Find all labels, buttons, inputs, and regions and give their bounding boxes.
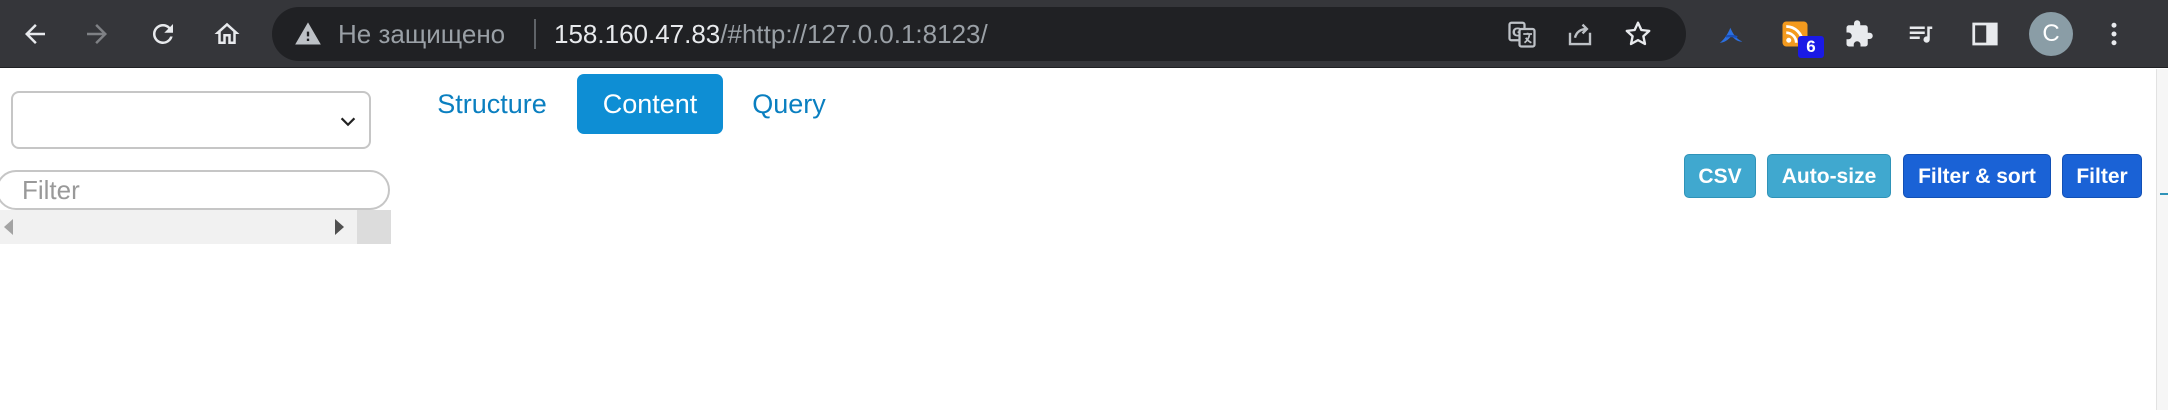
url-text[interactable]: 158.160.47.83/#http://127.0.0.1:8123/ [554, 7, 988, 61]
chevron-down-icon [340, 117, 356, 127]
side-panel-icon [1972, 22, 1998, 46]
extensions-menu-button[interactable] [1834, 9, 1884, 59]
page-vertical-scrollbar[interactable] [2156, 69, 2168, 410]
extension-ribbon-button[interactable] [1706, 9, 1756, 59]
filter-sort-button[interactable]: Filter & sort [1903, 154, 2051, 198]
translate-button[interactable]: G [1504, 16, 1540, 52]
address-bar[interactable]: Не защищено 158.160.47.83/#http://127.0.… [272, 7, 1686, 61]
more-vertical-icon [2111, 22, 2117, 46]
tab-query[interactable]: Query [734, 74, 844, 134]
home-icon [214, 22, 240, 44]
auto-size-button[interactable]: Auto-size [1767, 154, 1891, 198]
tab-structure[interactable]: Structure [418, 74, 566, 134]
scroll-left-arrow-icon[interactable] [4, 219, 13, 235]
reload-button[interactable] [138, 9, 188, 59]
sidebar-horizontal-scrollbar[interactable] [0, 210, 391, 244]
url-host: 158.160.47.83 [554, 19, 721, 49]
url-path: /#http://127.0.0.1:8123/ [720, 19, 988, 49]
rss-unread-badge: 6 [1798, 36, 1824, 58]
translate-icon: G [1508, 21, 1536, 48]
security-status-label[interactable]: Не защищено [338, 7, 505, 61]
media-controls-button[interactable] [1896, 9, 1946, 59]
warning-icon[interactable] [294, 20, 322, 48]
bookmark-button[interactable] [1620, 16, 1656, 52]
profile-avatar[interactable]: C [2029, 12, 2073, 56]
tab-content[interactable]: Content [577, 74, 723, 134]
database-select[interactable] [11, 91, 371, 149]
star-icon [1625, 21, 1651, 46]
page-content: Structure Content Query CSV Auto-size Fi… [0, 69, 2168, 410]
csv-button[interactable]: CSV [1684, 154, 1756, 198]
filter-button[interactable]: Filter [2062, 154, 2142, 198]
table-filter-input[interactable] [0, 170, 390, 210]
reload-icon [152, 23, 173, 44]
scroll-right-arrow-icon[interactable] [335, 219, 344, 235]
playlist-music-icon [1909, 26, 1933, 43]
share-button[interactable] [1562, 16, 1598, 52]
side-panel-button[interactable] [1960, 9, 2010, 59]
browser-menu-button[interactable] [2089, 9, 2139, 59]
arrow-right-icon [87, 24, 107, 44]
back-button[interactable] [10, 9, 60, 59]
browser-toolbar: Не защищено 158.160.47.83/#http://127.0.… [0, 0, 2168, 68]
forward-button[interactable] [72, 9, 122, 59]
scrollbar-corner [357, 210, 391, 244]
arrow-left-icon [25, 24, 45, 44]
share-icon [1568, 23, 1592, 46]
panel-edge-line [2160, 193, 2168, 195]
puzzle-icon [1846, 20, 1873, 47]
ribbon-logo-icon [1719, 27, 1743, 43]
omnibox-divider [534, 19, 536, 49]
home-button[interactable] [202, 9, 252, 59]
